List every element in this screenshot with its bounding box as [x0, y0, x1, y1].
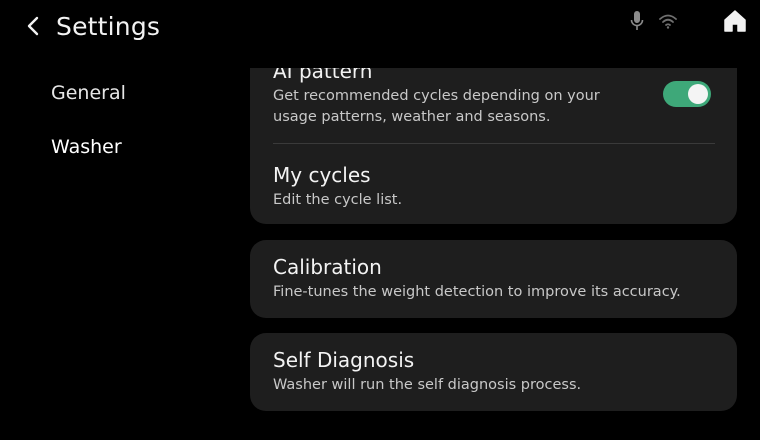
page-title: Settings [56, 11, 161, 41]
toggle-knob [688, 84, 708, 104]
settings-list[interactable]: AI pattern Get recommended cycles depend… [250, 68, 737, 440]
calibration-title: Calibration [273, 255, 382, 279]
settings-card-group: AI pattern Get recommended cycles depend… [250, 68, 737, 224]
wifi-icon [658, 13, 678, 33]
settings-screen: Settings General Washer AI pattern Get r… [0, 0, 760, 440]
nav-item-washer[interactable]: Washer [51, 132, 126, 162]
self-diagnosis-description: Washer will run the self diagnosis proce… [273, 377, 582, 393]
ai-pattern-item[interactable]: AI pattern Get recommended cycles depend… [273, 68, 715, 136]
calibration-card[interactable]: Calibration Fine-tunes the weight detect… [250, 240, 737, 318]
my-cycles-title: My cycles [273, 163, 371, 187]
back-button[interactable]: Settings [24, 8, 160, 44]
self-diagnosis-item: Self Diagnosis Washer will run the self … [273, 345, 715, 396]
home-icon [722, 8, 748, 38]
calibration-description: Fine-tunes the weight detection to impro… [273, 284, 681, 300]
microphone-icon [630, 10, 644, 36]
ai-pattern-title: AI pattern [273, 68, 373, 83]
settings-nav: General Washer [51, 78, 126, 186]
self-diagnosis-card[interactable]: Self Diagnosis Washer will run the self … [250, 333, 737, 411]
ai-pattern-description: Get recommended cycles depending on your… [273, 88, 600, 125]
my-cycles-description: Edit the cycle list. [273, 192, 403, 208]
nav-item-general[interactable]: General [51, 78, 126, 108]
header: Settings [0, 0, 760, 54]
home-button[interactable] [722, 8, 748, 38]
status-bar [630, 10, 678, 36]
my-cycles-item[interactable]: My cycles Edit the cycle list. [273, 160, 715, 211]
chevron-left-icon [24, 14, 44, 38]
divider [273, 143, 715, 144]
ai-pattern-toggle[interactable] [663, 81, 711, 107]
calibration-item: Calibration Fine-tunes the weight detect… [273, 252, 715, 303]
self-diagnosis-title: Self Diagnosis [273, 348, 415, 372]
